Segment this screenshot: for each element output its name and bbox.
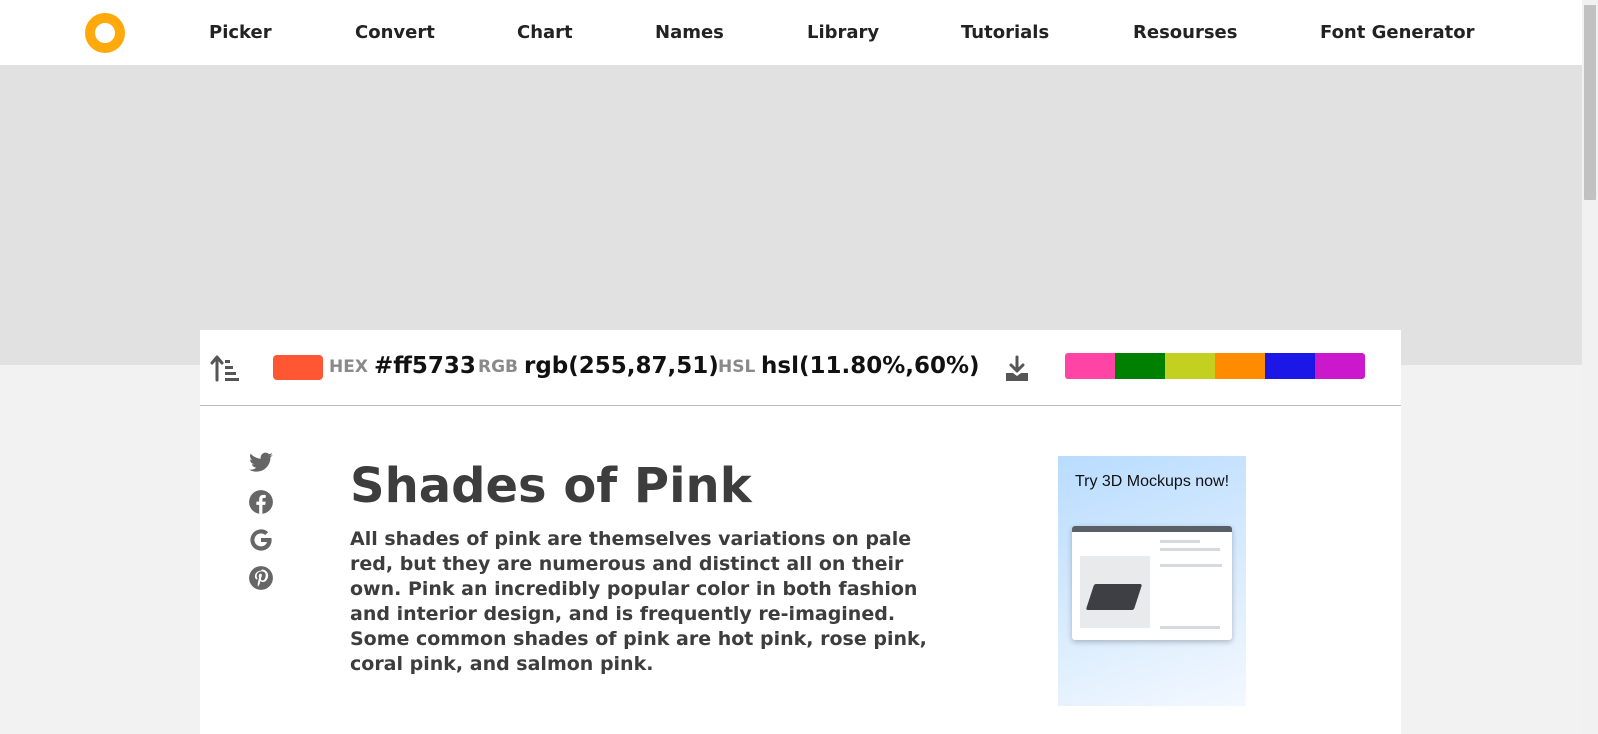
pinterest-icon[interactable]	[248, 565, 274, 591]
palette-chip[interactable]	[1165, 353, 1215, 379]
nav-chart[interactable]: Chart	[517, 22, 573, 43]
google-icon[interactable]	[248, 527, 274, 553]
nav-tutorials[interactable]: Tutorials	[961, 22, 1049, 43]
ad-headline: Try 3D Mockups now!	[1074, 473, 1230, 490]
hex-value[interactable]: #ff5733	[374, 353, 476, 379]
hsl-value[interactable]: hsl(11.80%,60%)	[761, 353, 980, 379]
palette-chip[interactable]	[1115, 353, 1165, 379]
palette-chip[interactable]	[1065, 353, 1115, 379]
nav-resourses[interactable]: Resourses	[1133, 22, 1237, 43]
nav-library[interactable]: Library	[807, 22, 879, 43]
hex-label: HEX	[329, 357, 368, 377]
page-description: All shades of pink are themselves variat…	[350, 528, 927, 675]
palette-chip[interactable]	[1315, 353, 1365, 379]
color-info-bar: HEX #ff5733 RGB rgb(255,87,51) HSL hsl(1…	[200, 330, 1401, 406]
rgb-value[interactable]: rgb(255,87,51)	[524, 353, 719, 379]
content-card: HEX #ff5733 RGB rgb(255,87,51) HSL hsl(1…	[200, 330, 1401, 734]
nav-font-generator[interactable]: Font Generator	[1320, 22, 1475, 43]
mockup-preview-image	[1072, 526, 1232, 640]
ad-banner-area	[0, 65, 1582, 365]
color-swatch[interactable]	[273, 355, 323, 380]
sort-ascending-icon[interactable]	[210, 354, 240, 382]
page-scrollbar[interactable]	[1582, 0, 1598, 734]
page-title: Shades of Pink	[350, 458, 752, 514]
facebook-icon[interactable]	[248, 489, 274, 515]
palette-chip[interactable]	[1265, 353, 1315, 379]
rgb-label: RGB	[478, 357, 519, 377]
nav-names[interactable]: Names	[655, 22, 724, 43]
side-advertisement[interactable]: Try 3D Mockups now!	[1058, 456, 1246, 706]
nav-picker[interactable]: Picker	[209, 22, 272, 43]
top-navigation: Picker Convert Chart Names Library Tutor…	[0, 0, 1582, 65]
download-icon[interactable]	[1003, 355, 1031, 383]
twitter-icon[interactable]	[248, 450, 274, 476]
site-logo[interactable]	[85, 13, 125, 53]
nav-convert[interactable]: Convert	[355, 22, 435, 43]
scrollbar-thumb[interactable]	[1584, 5, 1596, 200]
color-palette-strip	[1065, 353, 1365, 379]
palette-chip[interactable]	[1215, 353, 1265, 379]
hsl-label: HSL	[718, 357, 756, 377]
